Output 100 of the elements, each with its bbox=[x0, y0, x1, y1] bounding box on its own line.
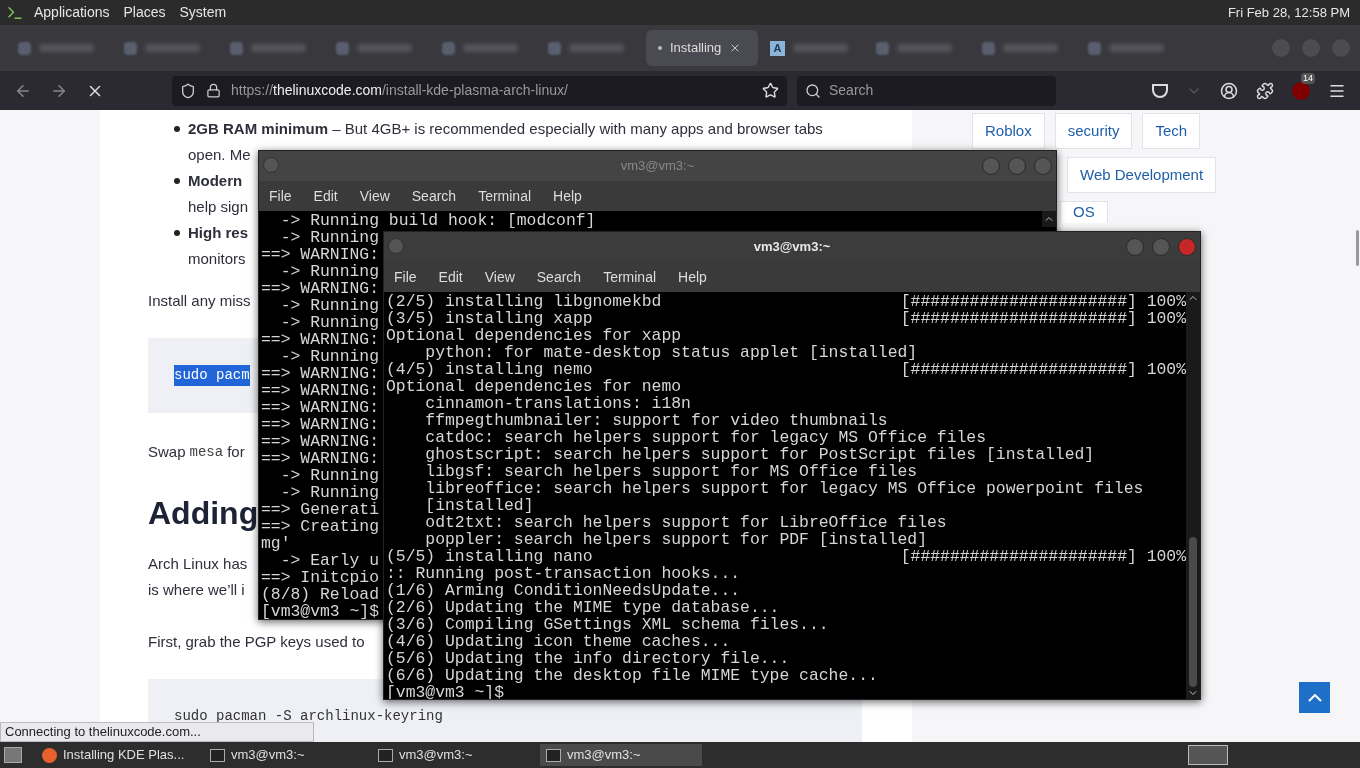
list-text: help sign bbox=[188, 197, 249, 217]
terminal-line: (5/5) installing nano bbox=[386, 548, 593, 565]
menu-item[interactable]: View bbox=[484, 266, 515, 288]
menu-item[interactable]: Search bbox=[411, 185, 457, 207]
paragraph-text: Install any miss bbox=[148, 291, 251, 311]
terminal-line: Optional dependencies for nemo bbox=[386, 378, 682, 395]
menu-item[interactable]: View bbox=[359, 185, 390, 207]
panel-menu[interactable]: System bbox=[179, 2, 227, 23]
list-text: monitors bbox=[188, 249, 246, 269]
scroll-thumb[interactable] bbox=[1189, 537, 1197, 687]
menu-item[interactable]: Edit bbox=[438, 266, 463, 288]
pocket-icon[interactable] bbox=[1152, 83, 1168, 98]
minimize-icon[interactable] bbox=[982, 157, 1000, 175]
workspace-switcher-icon[interactable] bbox=[1188, 745, 1228, 765]
taskbar-item[interactable]: Installing KDE Plas... bbox=[36, 744, 198, 766]
blurred-favicon-icon bbox=[876, 41, 889, 55]
terminal-line: python: for mate-desktop status applet [installed] bbox=[424, 344, 918, 361]
terminal-line: ==> Generati bbox=[261, 501, 380, 518]
search-field[interactable]: Search bbox=[797, 75, 1056, 106]
terminal-line: libgsf: search helpers support for MS Office files bbox=[424, 463, 918, 480]
account-icon[interactable] bbox=[1220, 81, 1238, 100]
bullet-icon bbox=[174, 230, 180, 236]
terminal-line: -> Running bbox=[279, 484, 380, 501]
tab-title: Installing bbox=[670, 39, 722, 58]
code-text: sudo pacm bbox=[174, 365, 250, 386]
terminal-line: ==> WARNING: bbox=[261, 450, 380, 467]
terminal-line: -> Running build hook: [modconf] bbox=[279, 212, 596, 229]
tag-link[interactable]: security bbox=[1054, 113, 1133, 149]
blurred-tab-title-icon bbox=[145, 44, 200, 52]
url-path: /install-kde-plasma-arch-linux/ bbox=[382, 81, 568, 100]
paragraph-text: First, grab the PGP keys used to bbox=[148, 632, 365, 652]
status-tooltip: Connecting to thelinuxcode.com... bbox=[0, 722, 314, 742]
blurred-favicon-icon bbox=[18, 41, 31, 55]
terminal-line: -> Running bbox=[279, 314, 380, 331]
scroll-thumb[interactable] bbox=[1356, 230, 1359, 266]
maximize-icon[interactable] bbox=[1152, 238, 1170, 256]
terminal-line: (3/5) installing xapp bbox=[386, 310, 593, 327]
blurred-tab-title-icon bbox=[39, 44, 94, 52]
browser-tab[interactable]: A bbox=[762, 30, 864, 66]
terminal-line: ==> WARNING: bbox=[261, 433, 380, 450]
terminal-line: ==> WARNING: bbox=[261, 246, 380, 263]
menu-item[interactable]: Help bbox=[678, 266, 707, 288]
maximize-icon[interactable] bbox=[1008, 157, 1026, 175]
close-icon[interactable] bbox=[1178, 238, 1196, 256]
bullet-icon bbox=[174, 178, 180, 184]
back-to-top-button[interactable] bbox=[1299, 682, 1330, 713]
window-menu-icon[interactable] bbox=[263, 157, 279, 173]
terminal-line: (4/5) installing nemo bbox=[386, 361, 593, 378]
terminal-line: libreoffice: search helpers support for legacy MS Office powerpoint files bbox=[424, 480, 1144, 497]
tag-link[interactable]: Tech bbox=[1142, 113, 1201, 149]
show-desktop-icon[interactable] bbox=[4, 747, 22, 763]
blurred-tab-title-icon bbox=[357, 44, 412, 52]
tag-link[interactable]: Web Development bbox=[1067, 157, 1217, 193]
menu-item[interactable]: File bbox=[394, 266, 417, 288]
clock: Fri Feb 28, 12:58 PM bbox=[1227, 3, 1350, 22]
terminal-line: ffmpegthumbnailer: support for video thumbnails bbox=[424, 412, 888, 429]
menu-item[interactable]: Terminal bbox=[478, 185, 532, 207]
bookmark-star-icon[interactable] bbox=[762, 82, 779, 99]
window-menu-icon[interactable] bbox=[388, 238, 404, 254]
taskbar-item[interactable]: vm3@vm3:~ bbox=[540, 744, 702, 766]
terminal-line: :: Running post-transaction hooks... bbox=[386, 565, 741, 582]
panel-menu[interactable]: Applications bbox=[34, 2, 110, 23]
menu-item[interactable]: Edit bbox=[313, 185, 338, 207]
badge-count: 14 bbox=[1301, 72, 1315, 84]
menu-item[interactable]: Help bbox=[553, 185, 582, 207]
terminal-line: catdoc: search helpers support for legacy MS Office files bbox=[424, 429, 986, 446]
blurred-favicon-icon bbox=[336, 41, 349, 55]
window-title: vm3@vm3:~ bbox=[620, 157, 695, 176]
terminal-line: (2/5) installing libgnomekbd bbox=[386, 293, 662, 310]
menu-item[interactable]: Search bbox=[536, 266, 582, 288]
taskbar-label: vm3@vm3:~ bbox=[399, 746, 473, 765]
browser-tab[interactable]: Installing bbox=[646, 30, 758, 66]
tag-link[interactable]: OS bbox=[1060, 201, 1108, 223]
minimize-icon[interactable] bbox=[1126, 238, 1144, 256]
terminal-line: ghostscript: search helpers support for PostScript files [installed] bbox=[424, 446, 1095, 463]
tag-link[interactable]: Roblox bbox=[972, 113, 1045, 149]
extensions-icon[interactable] bbox=[1256, 81, 1274, 100]
terminal-line: ==> WARNING: bbox=[261, 399, 380, 416]
blurred-tab-title-icon bbox=[251, 44, 306, 52]
terminal-line: -> Early u bbox=[279, 552, 380, 569]
progress-text: [######################] 100% bbox=[900, 310, 1186, 327]
menu-item[interactable]: Terminal bbox=[603, 266, 657, 288]
paragraph-text: Swap bbox=[148, 442, 186, 462]
blurred-favicon-icon bbox=[1088, 41, 1101, 55]
terminal-line: -> Running bbox=[279, 229, 380, 246]
panel-menu[interactable]: Places bbox=[123, 2, 166, 23]
inline-code: mesa bbox=[189, 443, 224, 462]
taskbar-item[interactable]: vm3@vm3:~ bbox=[372, 744, 534, 766]
section-heading: Adding bbox=[148, 494, 259, 533]
search-icon bbox=[805, 82, 821, 99]
shield-icon[interactable] bbox=[180, 82, 196, 99]
terminal-line: Optional dependencies for xapp bbox=[386, 327, 682, 344]
chevron-up-icon bbox=[1307, 693, 1322, 702]
terminal-line: poppler: search helpers support for PDF [installed] bbox=[424, 531, 927, 548]
taskbar-item[interactable]: vm3@vm3:~ bbox=[204, 744, 366, 766]
address-field[interactable]: https://thelinuxcode.com/install-kde-plasma-arch-linux/ bbox=[172, 75, 787, 106]
terminal-line: -> Running bbox=[279, 348, 380, 365]
paragraph-text: is where we’ll i bbox=[148, 580, 245, 600]
lock-icon[interactable] bbox=[206, 83, 221, 98]
menu-item[interactable]: File bbox=[269, 185, 292, 207]
